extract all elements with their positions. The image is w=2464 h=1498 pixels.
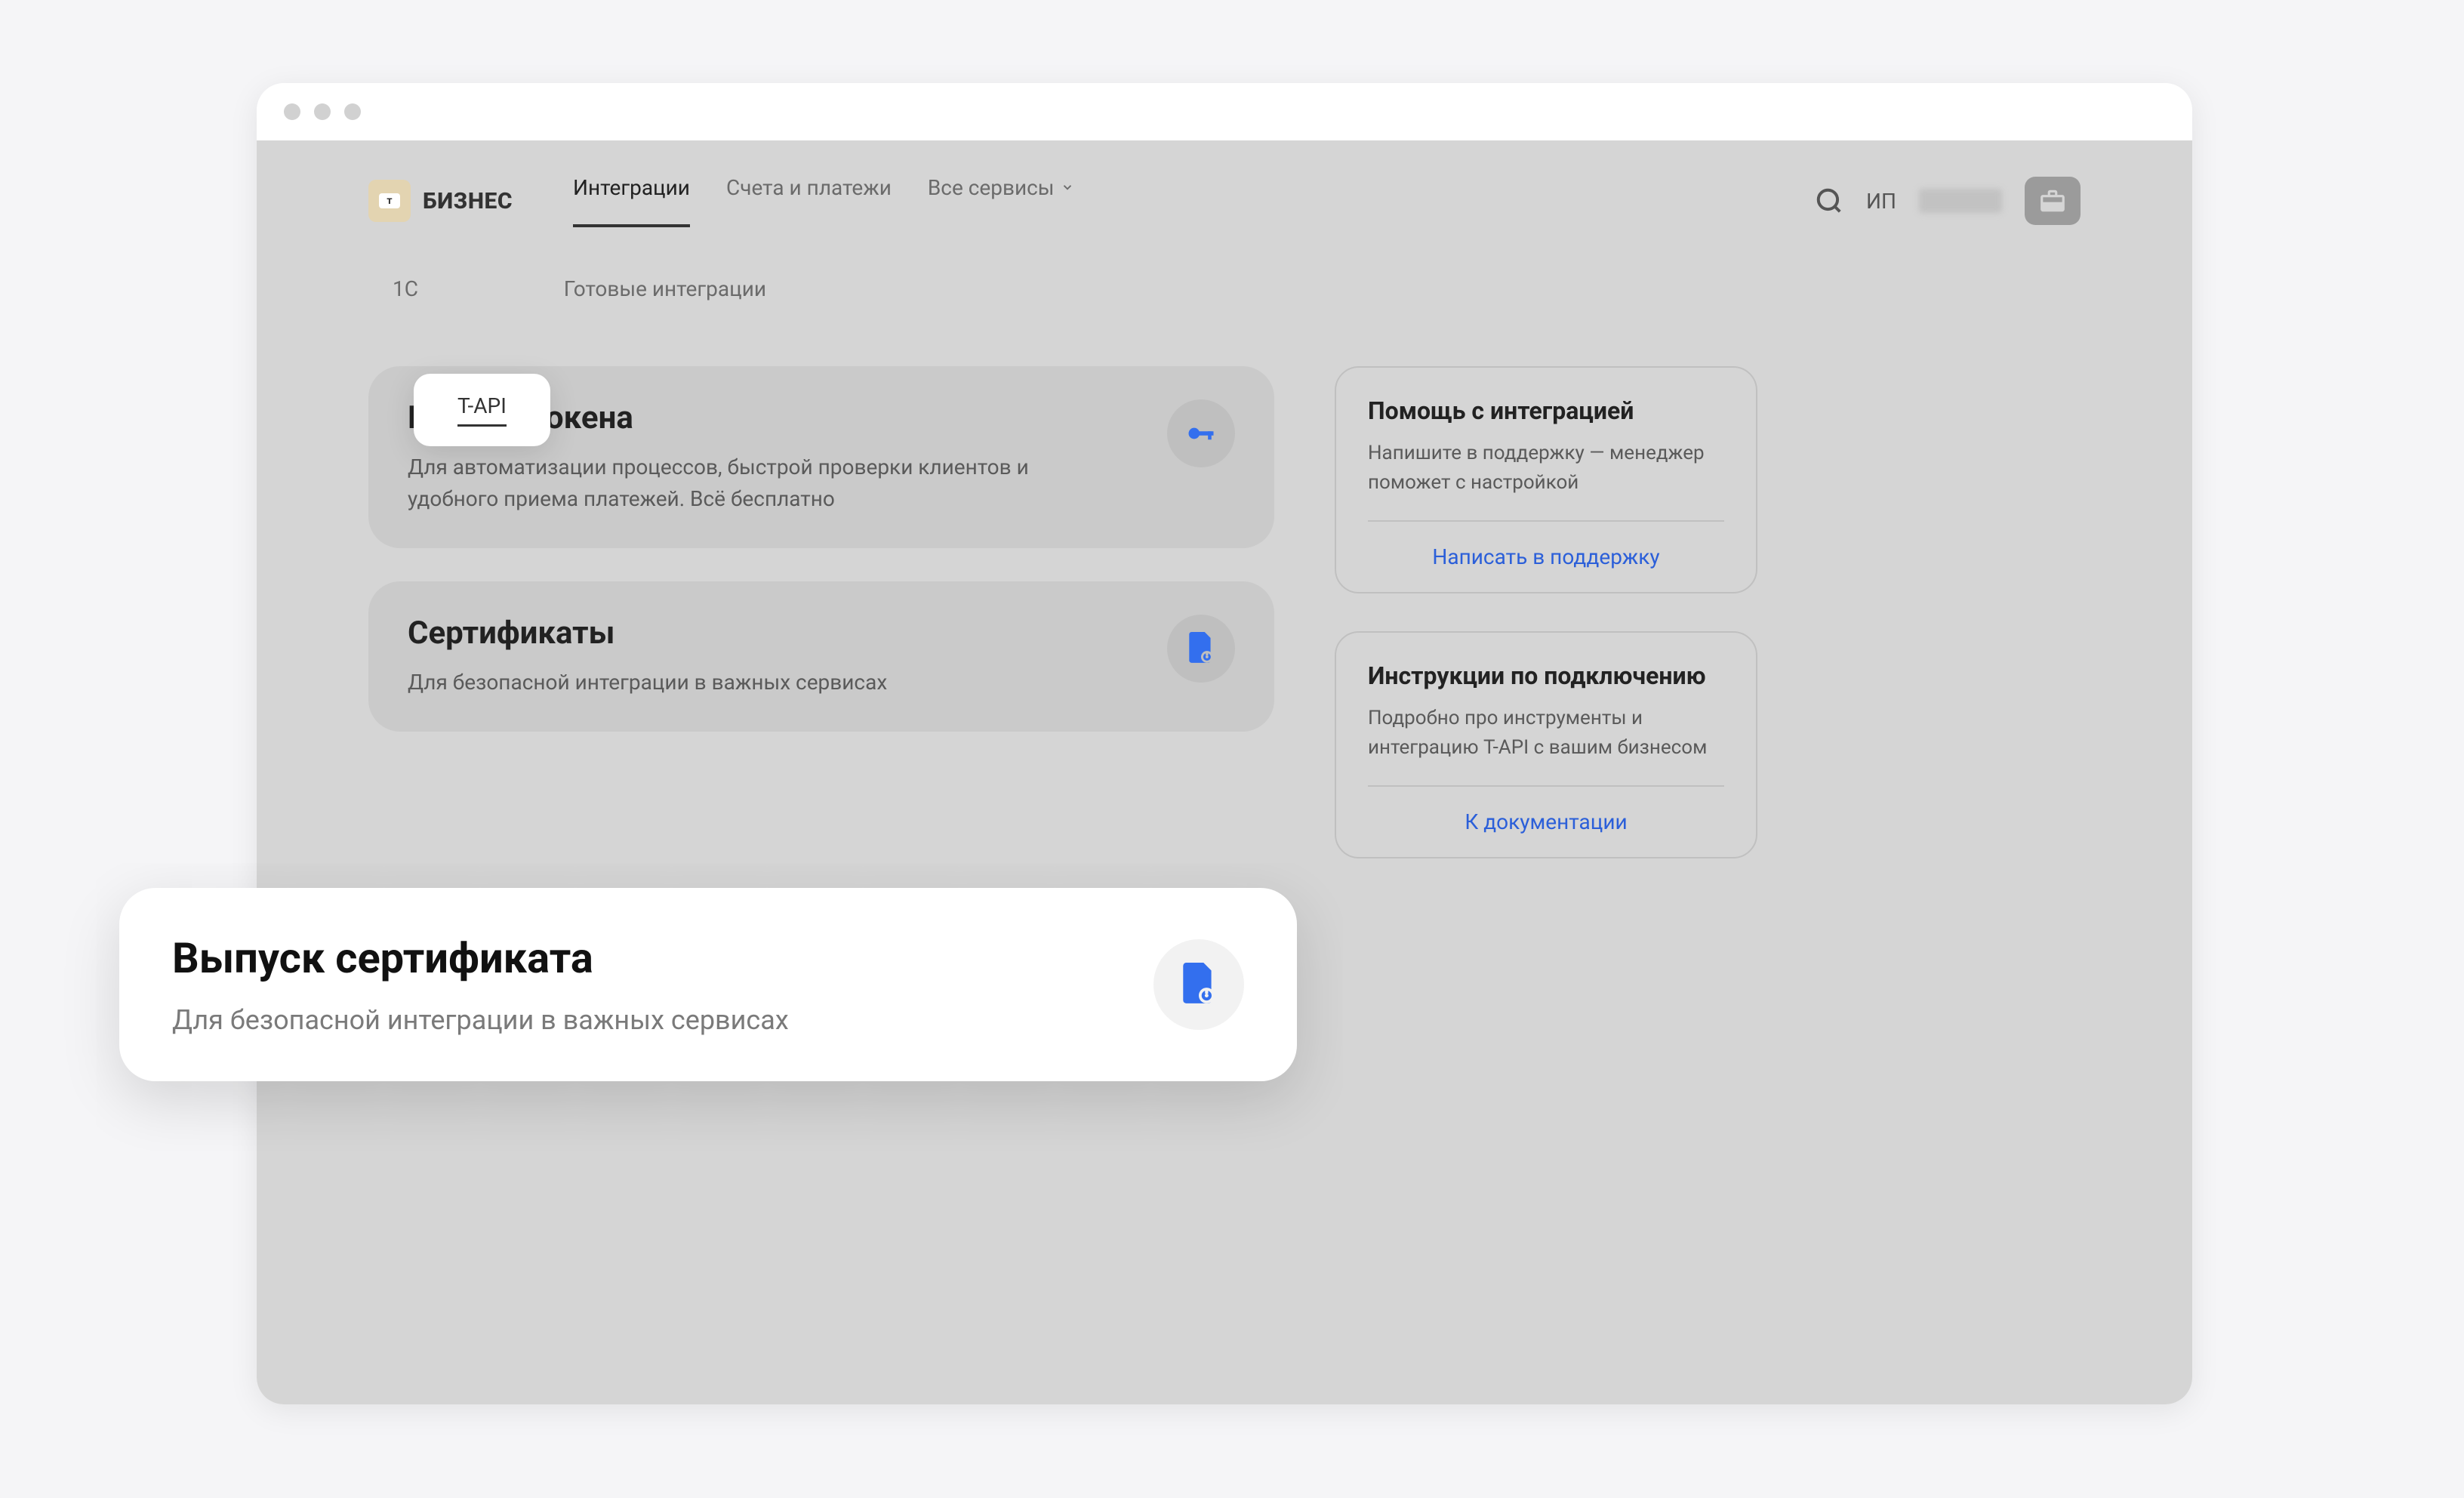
key-icon (1167, 399, 1235, 467)
header: т БИЗНЕС Интеграции Счета и платежи Все … (257, 140, 2192, 239)
user-name-redacted (1919, 189, 2002, 213)
user-prefix: ИП (1866, 189, 1896, 214)
subnav-ready-integrations[interactable]: Готовые интеграции (540, 261, 790, 316)
card-title: Сертификаты (408, 615, 1137, 652)
traffic-lights (284, 103, 361, 120)
card-desc: Для безопасной интеграции в важных серви… (408, 667, 1087, 698)
browser-window: т БИЗНЕС Интеграции Счета и платежи Все … (257, 83, 2192, 1404)
side-card-docs: Инструкции по подключению Подробно про и… (1335, 631, 1757, 858)
popup-card-desc: Для безопасной интеграции в важных серви… (172, 1004, 1153, 1036)
logo-mark: т (368, 180, 411, 222)
logo-text: БИЗНЕС (423, 188, 513, 214)
window-titlebar (257, 83, 2192, 140)
side-card-desc: Подробно про инструменты и интеграцию T-… (1368, 704, 1724, 763)
side-card-help: Помощь с интеграцией Напишите в поддержк… (1335, 366, 1757, 593)
card-content: Сертификаты Для безопасной интеграции в … (408, 615, 1137, 698)
link-to-documentation[interactable]: К документации (1368, 785, 1724, 857)
popup-tab-tapi[interactable]: T-API (414, 374, 550, 446)
side-card-title: Помощь с интеграцией (1368, 396, 1724, 425)
certificate-glyph-icon (1179, 963, 1218, 1006)
nav-integrations[interactable]: Интеграции (573, 175, 690, 227)
side-card-desc: Напишите в поддержку — менеджер поможет … (1368, 439, 1724, 498)
briefcase-icon[interactable] (2025, 177, 2081, 225)
side-card-title: Инструкции по подключению (1368, 661, 1724, 690)
app-body: т БИЗНЕС Интеграции Счета и платежи Все … (257, 140, 2192, 1404)
window-maximize-button[interactable] (344, 103, 361, 120)
popup-tab-label: T-API (457, 393, 507, 427)
card-certificates[interactable]: Сертификаты Для безопасной интеграции в … (368, 581, 1274, 732)
logo-mark-letter: т (379, 193, 400, 208)
briefcase-glyph-icon (2037, 186, 2068, 215)
key-glyph-icon (1184, 417, 1218, 450)
popup-card-content: Выпуск сертификата Для безопасной интегр… (172, 933, 1153, 1036)
certificate-icon (1167, 615, 1235, 683)
certificate-glyph-icon (1186, 632, 1216, 665)
header-right: ИП (1815, 177, 2081, 225)
logo[interactable]: т БИЗНЕС (368, 180, 513, 222)
nav-accounts-payments[interactable]: Счета и платежи (726, 175, 892, 227)
subnav-1c[interactable]: 1C (368, 261, 442, 316)
main-nav: Интеграции Счета и платежи Все сервисы (573, 175, 1815, 227)
nav-all-services-label: Все сервисы (928, 175, 1055, 200)
window-minimize-button[interactable] (314, 103, 331, 120)
certificate-icon (1153, 939, 1244, 1030)
nav-all-services[interactable]: Все сервисы (928, 175, 1074, 227)
right-column: Помощь с интеграцией Напишите в поддержк… (1335, 366, 1757, 896)
chevron-down-icon (1061, 180, 1074, 194)
popup-card-certificate-issue[interactable]: Выпуск сертификата Для безопасной интегр… (119, 888, 1297, 1081)
card-desc: Для автоматизации процессов, быстрой про… (408, 452, 1087, 515)
search-icon[interactable] (1815, 186, 1843, 215)
window-close-button[interactable] (284, 103, 300, 120)
sub-nav: 1C T-API Готовые интеграции (257, 239, 2192, 351)
popup-card-title: Выпуск сертификата (172, 933, 1153, 983)
link-write-support[interactable]: Написать в поддержку (1368, 520, 1724, 592)
